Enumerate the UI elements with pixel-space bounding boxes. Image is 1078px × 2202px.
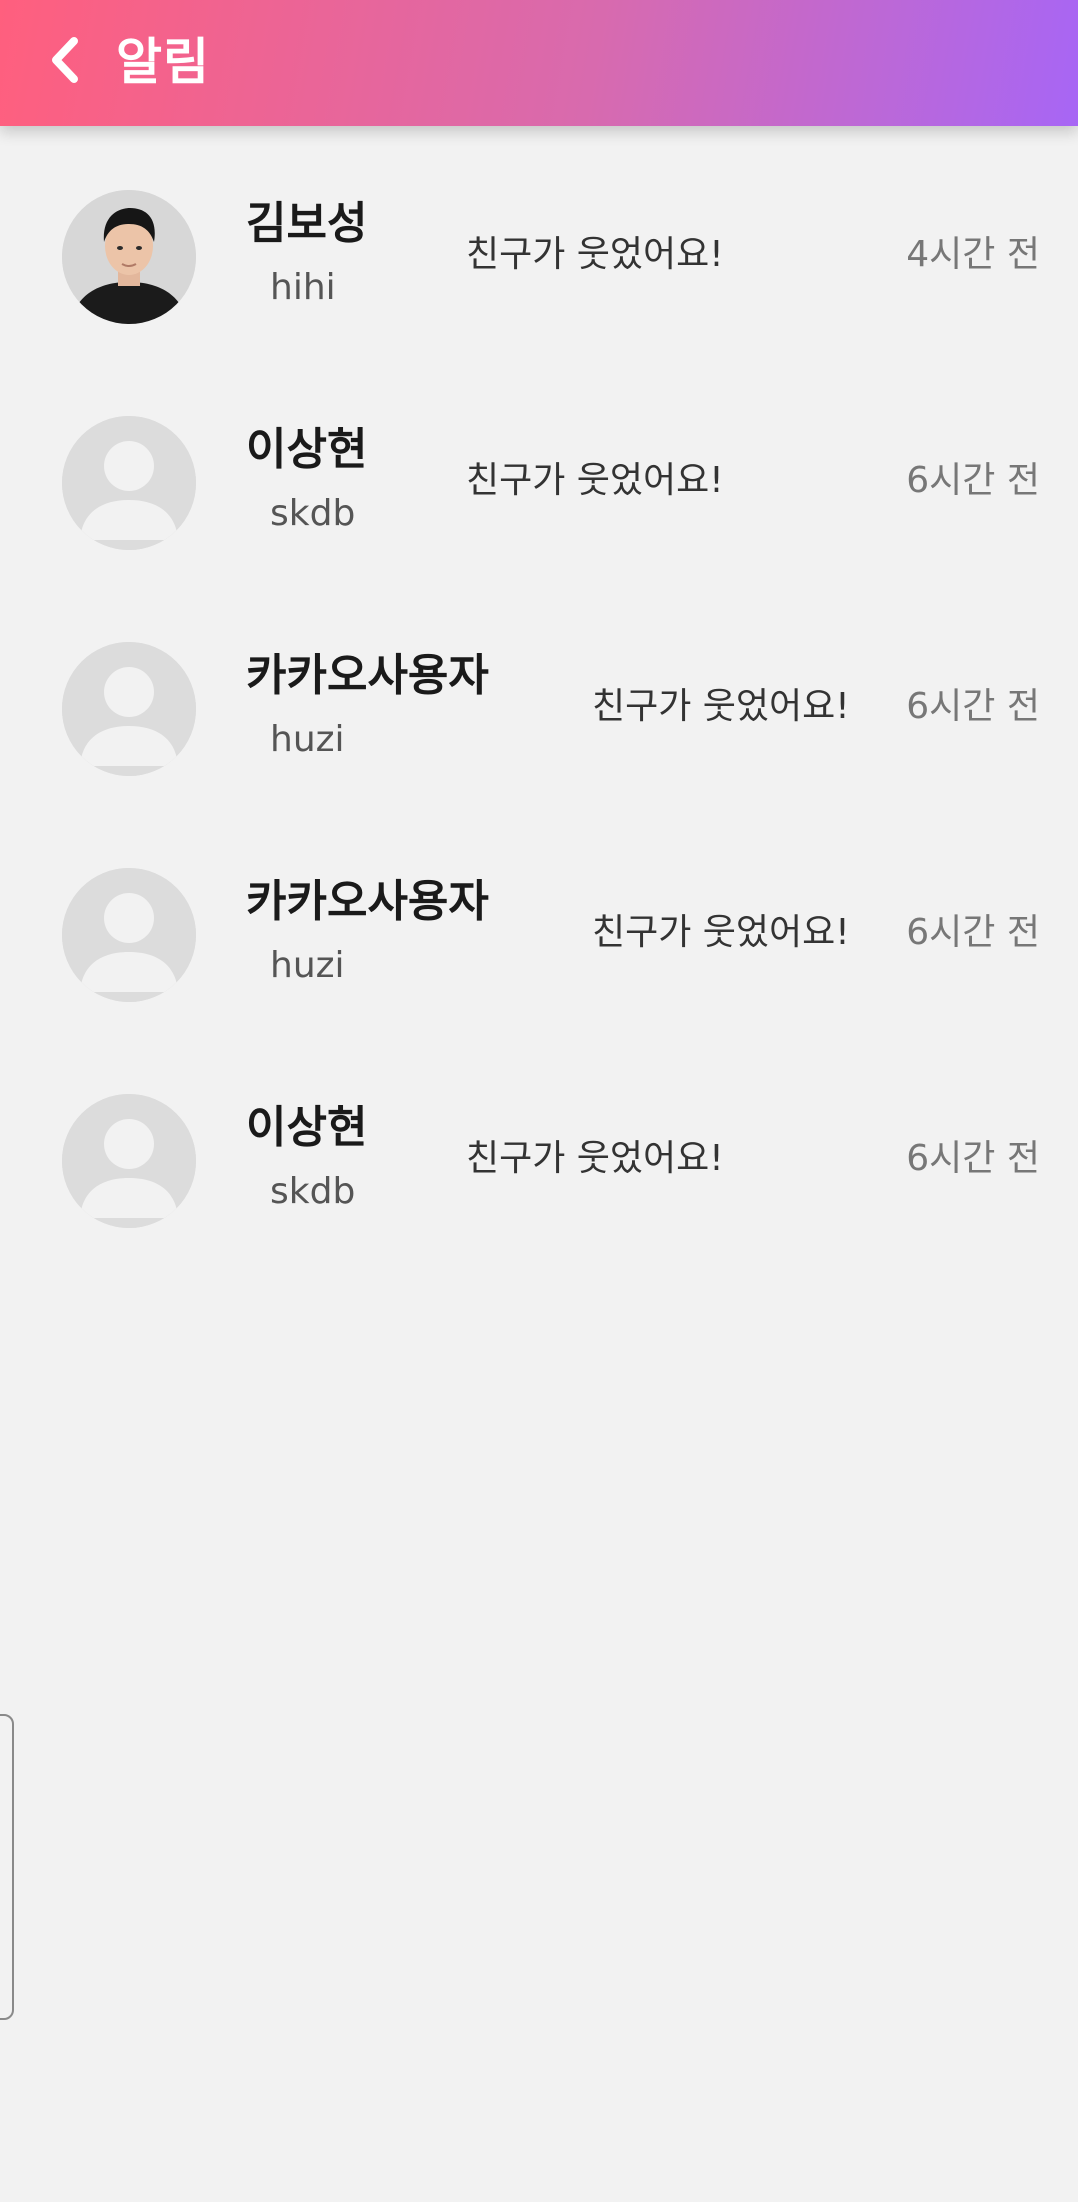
default-avatar-icon [62, 642, 196, 776]
default-avatar-icon [62, 416, 196, 550]
friend-name: 이상현 [246, 1102, 368, 1153]
notification-time: 6시간 전 [906, 686, 1040, 727]
avatar [62, 416, 196, 550]
back-button[interactable] [40, 28, 90, 92]
app-header: 알림 [0, 0, 1078, 126]
notifications-screen: 알림 김보성 hihi 친구가 웃었어요! 4시간 전 이상현 skdb 친구가… [0, 0, 1078, 2202]
friend-name: 이상현 [246, 424, 368, 475]
friend-user-id: skdb [270, 493, 356, 534]
notification-item[interactable]: 카카오사용자 huzi 친구가 웃었어요! 6시간 전 [0, 804, 1078, 1030]
notification-time: 6시간 전 [906, 1138, 1040, 1179]
avatar [62, 642, 196, 776]
default-avatar-icon [62, 868, 196, 1002]
friend-name: 카카오사용자 [246, 650, 489, 701]
notification-message: 친구가 웃었어요! [466, 1138, 724, 1179]
notification-message: 친구가 웃었어요! [592, 912, 850, 953]
notification-time: 6시간 전 [906, 460, 1040, 501]
side-panel-handle[interactable] [0, 1714, 14, 2020]
avatar [62, 190, 196, 324]
notification-time: 6시간 전 [906, 912, 1040, 953]
friend-user-id: huzi [270, 945, 345, 986]
friend-name: 김보성 [246, 198, 368, 249]
notification-item[interactable]: 카카오사용자 huzi 친구가 웃었어요! 6시간 전 [0, 578, 1078, 804]
notification-message: 친구가 웃었어요! [466, 460, 724, 501]
avatar [62, 868, 196, 1002]
page-title: 알림 [116, 33, 210, 91]
notification-time: 4시간 전 [906, 234, 1040, 275]
default-avatar-icon [62, 1094, 196, 1228]
notification-list: 김보성 hihi 친구가 웃었어요! 4시간 전 이상현 skdb 친구가 웃었… [0, 126, 1078, 1256]
notification-item[interactable]: 이상현 skdb 친구가 웃었어요! 6시간 전 [0, 352, 1078, 578]
profile-photo [62, 190, 196, 324]
friend-name: 카카오사용자 [246, 876, 489, 927]
notification-item[interactable]: 이상현 skdb 친구가 웃었어요! 6시간 전 [0, 1030, 1078, 1256]
friend-user-id: huzi [270, 719, 345, 760]
friend-user-id: hihi [270, 267, 336, 308]
avatar [62, 1094, 196, 1228]
notification-message: 친구가 웃었어요! [466, 234, 724, 275]
friend-user-id: skdb [270, 1171, 356, 1212]
notification-item[interactable]: 김보성 hihi 친구가 웃었어요! 4시간 전 [0, 126, 1078, 352]
notification-message: 친구가 웃었어요! [592, 686, 850, 727]
chevron-left-icon [52, 37, 78, 83]
